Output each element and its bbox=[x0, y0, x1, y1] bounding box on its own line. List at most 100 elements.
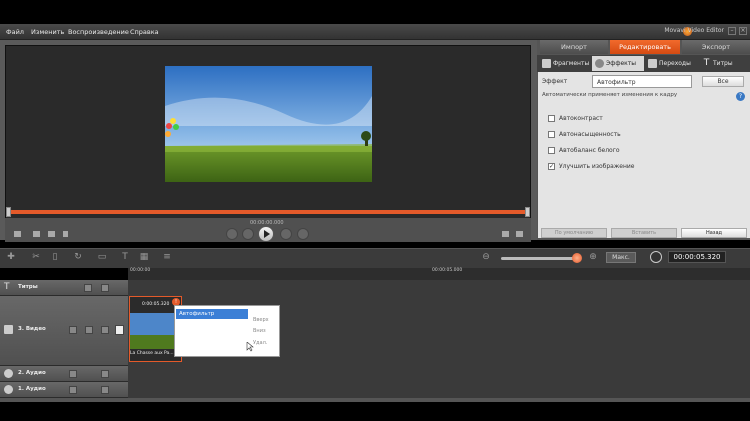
zoom-out-icon[interactable]: ⊖ bbox=[481, 252, 491, 262]
filters-icon[interactable]: ▦ bbox=[139, 252, 149, 262]
option-autosaturation[interactable]: Автонасыщенность bbox=[548, 131, 621, 138]
menubar: Файл Изменить Воспроизведение Справка Mo… bbox=[0, 24, 750, 40]
add-icon[interactable]: ✚ bbox=[6, 252, 16, 262]
snapshot-icon[interactable] bbox=[33, 231, 40, 237]
autocontrast-label: Автоконтраст bbox=[559, 115, 603, 122]
rotate-icon[interactable]: ↻ bbox=[73, 252, 83, 262]
mouse-cursor-icon bbox=[246, 342, 254, 352]
audio2-track-mute-icon[interactable] bbox=[69, 370, 77, 378]
ruler-mid-label: 00:00:05.000 bbox=[432, 268, 463, 273]
stop-button[interactable] bbox=[297, 228, 309, 240]
video-track-pin-icon[interactable] bbox=[115, 325, 124, 335]
scrubber-track[interactable] bbox=[8, 210, 528, 214]
clock-icon bbox=[650, 251, 662, 263]
video-track-mute-icon[interactable] bbox=[69, 326, 77, 334]
track-audio1-header: 1. Аудио bbox=[0, 382, 128, 398]
timeline-timecode: 00:00:05.320 bbox=[668, 251, 726, 263]
text-icon[interactable]: T bbox=[120, 252, 130, 262]
menu-file[interactable]: Файл bbox=[6, 28, 24, 36]
play-button[interactable] bbox=[258, 226, 274, 242]
fragments-icon bbox=[542, 59, 551, 68]
tab-titles-label: Титры bbox=[713, 60, 733, 67]
effects-icon bbox=[595, 59, 604, 68]
tab-import[interactable]: Импорт bbox=[540, 40, 608, 54]
tab-transitions-label: Переходы bbox=[659, 60, 691, 67]
tab-transitions[interactable]: Переходы bbox=[645, 56, 695, 71]
tab-titles[interactable]: T Титры bbox=[699, 56, 749, 71]
max-zoom-button[interactable]: Макс. bbox=[606, 252, 636, 263]
autowhitebalance-checkbox[interactable] bbox=[548, 147, 555, 154]
playback-scrubber[interactable] bbox=[6, 207, 530, 217]
rewind-button[interactable] bbox=[242, 228, 254, 240]
effect-field[interactable]: Автофильтр bbox=[592, 75, 692, 88]
close-icon[interactable]: × bbox=[739, 27, 747, 35]
app-title: Movavi Video Editor bbox=[664, 27, 724, 34]
minimize-icon[interactable]: – bbox=[728, 27, 736, 35]
track-video-label: 3. Видео bbox=[18, 326, 46, 332]
titles-track-lock-icon[interactable] bbox=[84, 284, 92, 292]
timeline-scrollbar[interactable] bbox=[0, 398, 750, 402]
fast-forward-button[interactable] bbox=[280, 228, 292, 240]
audio1-track-visibility-icon[interactable] bbox=[101, 386, 109, 394]
app-window: Файл Изменить Воспроизведение Справка Mo… bbox=[0, 0, 750, 421]
delete-icon[interactable]: ▯ bbox=[50, 252, 60, 262]
tab-fragments[interactable]: Фрагменты bbox=[539, 56, 591, 71]
context-item-autofilter[interactable]: Автофильтр bbox=[176, 309, 248, 319]
enhance-checkbox[interactable]: ✓ bbox=[548, 163, 555, 170]
zoom-slider-track[interactable] bbox=[501, 257, 581, 260]
tab-edit[interactable]: Редактировать bbox=[610, 40, 680, 54]
track-audio2-label: 2. Аудио bbox=[18, 370, 46, 376]
volume-icon[interactable] bbox=[63, 231, 68, 237]
help-icon[interactable]: ? bbox=[736, 92, 745, 101]
loop-icon[interactable] bbox=[502, 231, 509, 237]
zoom-slider-knob[interactable] bbox=[572, 253, 582, 263]
track-audio1-label: 1. Аудио bbox=[18, 386, 46, 392]
audio1-track-mute-icon[interactable] bbox=[69, 386, 77, 394]
video-track-visibility-icon[interactable] bbox=[101, 326, 109, 334]
autosaturation-checkbox[interactable] bbox=[548, 131, 555, 138]
ruler-start-label: 00:00:00 bbox=[130, 268, 151, 273]
scrubber-end-handle[interactable] bbox=[525, 207, 530, 217]
context-move-up[interactable]: Вверх bbox=[253, 317, 269, 323]
clip-duration: 0:00:05.320 bbox=[142, 302, 170, 307]
effect-label: Эффект bbox=[542, 78, 568, 85]
zoom-in-icon[interactable]: ⊕ bbox=[588, 252, 598, 262]
default-button[interactable]: По умолчанию bbox=[541, 228, 607, 238]
insert-button[interactable]: Вставить bbox=[611, 228, 677, 238]
context-move-down[interactable]: Вниз bbox=[253, 328, 266, 334]
split-icon[interactable]: ✂ bbox=[31, 252, 41, 262]
titles-icon: T bbox=[703, 58, 710, 68]
crop-icon[interactable]: ▭ bbox=[97, 252, 107, 262]
audio2-track-visibility-icon[interactable] bbox=[101, 370, 109, 378]
audio1-track-icon bbox=[4, 385, 13, 394]
video-track-lock-icon[interactable] bbox=[85, 326, 93, 334]
video-frame bbox=[165, 66, 372, 182]
all-effects-button[interactable]: Все bbox=[702, 76, 744, 87]
enhance-label: Улучшить изображение bbox=[559, 163, 635, 170]
option-autocontrast[interactable]: Автоконтраст bbox=[548, 115, 603, 122]
tab-effects[interactable]: Эффекты bbox=[592, 56, 644, 71]
track-audio2-header: 2. Аудио bbox=[0, 366, 128, 382]
tab-fragments-label: Фрагменты bbox=[553, 60, 590, 67]
monitor-icon[interactable] bbox=[14, 231, 21, 237]
menu-edit[interactable]: Изменить bbox=[31, 28, 64, 36]
option-autowhitebalance[interactable]: Автобаланс белого bbox=[548, 147, 620, 154]
scrubber-start-handle[interactable] bbox=[6, 207, 11, 217]
menu-playback[interactable]: Воспроизведение bbox=[68, 28, 129, 36]
properties-icon[interactable]: ≡ bbox=[162, 252, 172, 262]
context-delete[interactable]: Удал. bbox=[253, 340, 267, 346]
titles-track-visibility-icon[interactable] bbox=[101, 284, 109, 292]
menu-help[interactable]: Справка bbox=[130, 28, 159, 36]
audio2-track-icon bbox=[4, 369, 13, 378]
expand-icon[interactable] bbox=[516, 231, 523, 237]
autocontrast-checkbox[interactable] bbox=[548, 115, 555, 122]
step-back-button[interactable] bbox=[226, 228, 238, 240]
tab-effects-label: Эффекты bbox=[606, 60, 636, 67]
tab-export[interactable]: Экспорт bbox=[682, 40, 750, 54]
fullscreen-icon[interactable] bbox=[48, 231, 55, 237]
play-icon bbox=[264, 230, 270, 238]
autowhitebalance-label: Автобаланс белого bbox=[559, 147, 620, 154]
video-track-icon bbox=[4, 325, 13, 334]
option-enhance[interactable]: ✓ Улучшить изображение bbox=[548, 163, 634, 170]
back-button[interactable]: Назад bbox=[681, 228, 747, 238]
